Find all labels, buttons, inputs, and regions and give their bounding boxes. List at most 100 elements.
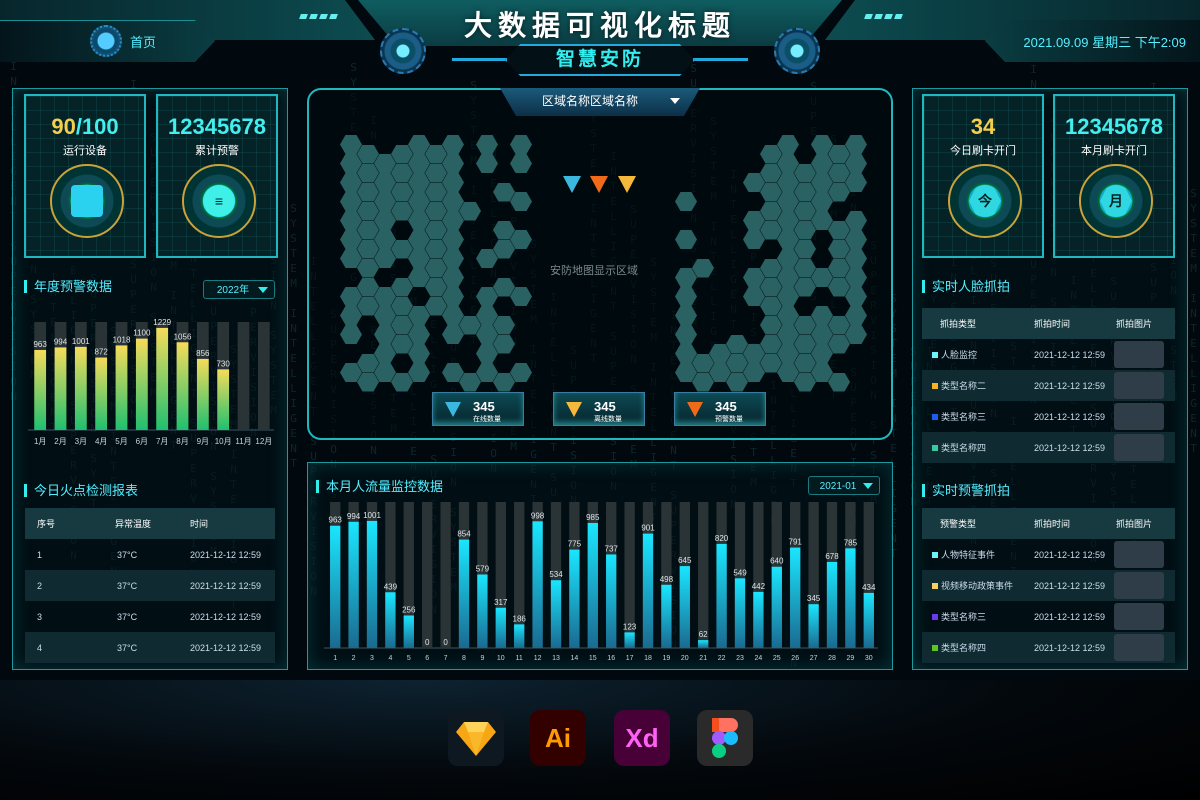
- bar[interactable]: [196, 358, 209, 430]
- x-tick-label: 24: [755, 655, 763, 662]
- bar[interactable]: [698, 640, 709, 648]
- table-row[interactable]: 4 37°C 2021-12-12 12:59: [25, 632, 275, 663]
- table-row[interactable]: 类型名称四 2021-12-12 12:59: [922, 432, 1175, 463]
- capture-thumbnail[interactable]: [1114, 603, 1164, 630]
- home-icon[interactable]: [90, 25, 122, 57]
- bar[interactable]: [606, 554, 617, 648]
- x-tick-label: 1月: [34, 437, 46, 446]
- bar[interactable]: [403, 615, 414, 648]
- type-color-swatch: [932, 352, 938, 358]
- month-select[interactable]: 2021-01: [808, 476, 880, 495]
- bar[interactable]: [569, 549, 580, 648]
- x-tick-label: 7月: [156, 437, 168, 446]
- bar[interactable]: [753, 591, 764, 648]
- capture-thumbnail[interactable]: [1114, 403, 1164, 430]
- bar[interactable]: [115, 345, 128, 430]
- year-select[interactable]: 2022年: [203, 280, 275, 299]
- bar[interactable]: [587, 522, 598, 648]
- offline-marker-icon[interactable]: [618, 176, 636, 193]
- bar[interactable]: [34, 349, 47, 430]
- bar[interactable]: [348, 521, 359, 648]
- bar[interactable]: [156, 327, 169, 430]
- bar-value-label: 785: [844, 538, 858, 547]
- table-row[interactable]: 1 37°C 2021-12-12 12:59: [25, 539, 275, 570]
- capture-thumbnail[interactable]: [1114, 634, 1164, 661]
- bar[interactable]: [845, 548, 856, 648]
- table-cell: 37°C: [117, 642, 138, 653]
- bar-value-label: 345: [807, 594, 821, 603]
- type-color-swatch: [932, 383, 938, 389]
- bar-value-label: 186: [513, 614, 527, 623]
- bar[interactable]: [790, 547, 801, 648]
- capture-time: 2021-12-12 12:59: [1034, 580, 1106, 591]
- region-select[interactable]: 区域名称区域名称: [500, 88, 700, 116]
- x-tick-label: 4: [388, 655, 392, 662]
- x-tick-label: 21: [699, 655, 707, 662]
- table-row[interactable]: 3 37°C 2021-12-12 12:59: [25, 601, 275, 632]
- capture-thumbnail[interactable]: [1114, 572, 1164, 599]
- x-tick-label: 23: [736, 655, 744, 662]
- bar[interactable]: [679, 566, 690, 648]
- bar-value-label: 1001: [363, 511, 381, 520]
- month-select-value: 2021-01: [819, 481, 857, 492]
- bar-track: [440, 502, 451, 648]
- bar[interactable]: [135, 338, 148, 430]
- bar[interactable]: [716, 543, 727, 648]
- warning-capture-table: 预警类型 抓拍时间 抓拍图片 人物特征事件 2021-12-12 12:59 视频移动政策…: [922, 508, 1175, 663]
- table-row[interactable]: 类型名称三 2021-12-12 12:59: [922, 401, 1175, 432]
- bar[interactable]: [808, 604, 819, 648]
- table-row[interactable]: 人物特征事件 2021-12-12 12:59: [922, 539, 1175, 570]
- chevron-down-icon: [258, 287, 268, 293]
- bar[interactable]: [532, 521, 543, 648]
- offline-arrow-icon: [566, 402, 582, 417]
- bar[interactable]: [734, 578, 746, 648]
- bar[interactable]: [624, 632, 635, 648]
- bar[interactable]: [661, 584, 672, 648]
- type-color-swatch: [932, 445, 938, 451]
- bar[interactable]: [477, 574, 488, 648]
- table-row[interactable]: 类型名称四 2021-12-12 12:59: [922, 632, 1175, 663]
- x-tick-label: 15: [589, 655, 597, 662]
- bar[interactable]: [176, 342, 189, 430]
- bar[interactable]: [74, 346, 87, 430]
- bar[interactable]: [458, 539, 470, 648]
- bar[interactable]: [95, 357, 108, 430]
- table-row[interactable]: 2 37°C 2021-12-12 12:59: [25, 570, 275, 601]
- bar[interactable]: [771, 566, 782, 648]
- datetime: 2021.09.09 星期三 下午2:09: [1023, 35, 1186, 50]
- capture-thumbnail[interactable]: [1114, 341, 1164, 368]
- bar[interactable]: [495, 607, 506, 648]
- warning-marker-icon[interactable]: [590, 176, 608, 193]
- chevron-down-icon: [670, 98, 680, 104]
- x-tick-label: 6月: [136, 437, 148, 446]
- bar-value-label: 1056: [174, 332, 192, 341]
- bar[interactable]: [826, 561, 838, 648]
- stat-value: 12345678: [1065, 114, 1163, 139]
- x-tick-label: 2月: [54, 437, 66, 446]
- table-row[interactable]: 视频移动政策事件 2021-12-12 12:59: [922, 570, 1175, 601]
- bar[interactable]: [54, 347, 67, 430]
- bar[interactable]: [330, 525, 341, 648]
- bar[interactable]: [366, 520, 378, 648]
- home-link[interactable]: 首页: [130, 32, 156, 51]
- capture-thumbnail[interactable]: [1114, 541, 1164, 568]
- bar[interactable]: [550, 580, 562, 648]
- bar[interactable]: [863, 592, 874, 648]
- monthly-flow-chart: 963 1 994 2 1001 3 439 4 256 5 0 6 0 7 854 8 579 9 317 10 18…: [324, 502, 878, 662]
- map-placeholder: 安防地图显示区域: [550, 265, 638, 277]
- table-row[interactable]: 人脸监控 2021-12-12 12:59: [922, 339, 1175, 370]
- online-marker-icon[interactable]: [563, 176, 581, 193]
- table-row[interactable]: 类型名称二 2021-12-12 12:59: [922, 370, 1175, 401]
- table-row[interactable]: 类型名称三 2021-12-12 12:59: [922, 601, 1175, 632]
- x-tick-label: 1: [333, 655, 337, 662]
- bar[interactable]: [514, 624, 525, 648]
- bar-value-label: 872: [94, 348, 108, 357]
- offline-count-card: 345 离线数量: [553, 392, 645, 426]
- capture-time: 2021-12-12 12:59: [1034, 549, 1106, 560]
- capture-thumbnail[interactable]: [1114, 372, 1164, 399]
- bar[interactable]: [642, 533, 654, 648]
- bar[interactable]: [385, 592, 396, 648]
- capture-thumbnail[interactable]: [1114, 434, 1164, 461]
- bar-value-label: 901: [641, 524, 655, 533]
- bar[interactable]: [217, 369, 230, 430]
